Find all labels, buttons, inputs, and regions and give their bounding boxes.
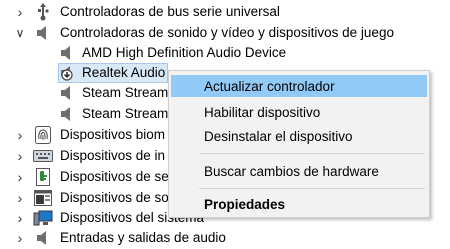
speaker-icon xyxy=(57,44,77,62)
chevron-right-icon[interactable]: › xyxy=(14,231,26,245)
tree-item-sound-video-game[interactable]: ∨ Controladoras de sonido y vídeo y disp… xyxy=(0,22,450,44)
menu-item-label: Actualizar controlador xyxy=(204,78,335,94)
menu-item-label: Buscar cambios de hardware xyxy=(204,163,379,179)
tree-item-audio-inputs-outputs[interactable]: › Entradas y salidas de audio xyxy=(0,227,450,249)
tree-item-label: Steam Streami xyxy=(82,85,172,100)
menu-item-uninstall-device[interactable]: Desinstalar el dispositivo xyxy=(171,125,427,147)
chevron-right-icon[interactable]: › xyxy=(14,211,26,225)
menu-item-label: Desinstalar el dispositivo xyxy=(204,128,353,144)
tree-item-usb-controllers[interactable]: › Controladoras de bus serie universal xyxy=(0,1,450,23)
menu-item-label: Propiedades xyxy=(204,196,286,212)
menu-item-label: Habilitar dispositivo xyxy=(204,104,321,120)
chevron-right-icon[interactable]: › xyxy=(14,128,26,142)
context-menu: Actualizar controlador Habilitar disposi… xyxy=(168,70,430,218)
keyboard-icon xyxy=(33,147,53,165)
menu-separator xyxy=(199,153,425,154)
speaker-warning-icon xyxy=(57,64,77,82)
menu-item-properties[interactable]: Propiedades xyxy=(171,193,427,215)
menu-item-update-driver[interactable]: Actualizar controlador xyxy=(171,75,427,97)
security-key-icon xyxy=(33,168,53,186)
chevron-right-icon[interactable]: › xyxy=(14,5,26,19)
menu-item-scan-hardware-changes[interactable]: Buscar cambios de hardware xyxy=(171,160,427,182)
chevron-right-icon[interactable]: › xyxy=(14,191,26,205)
tree-item-label: Dispositivos de se xyxy=(60,169,169,184)
speaker-icon xyxy=(33,24,53,42)
tree-item-amd-audio[interactable]: AMD High Definition Audio Device xyxy=(0,42,450,64)
chevron-right-icon[interactable]: › xyxy=(14,149,26,163)
tree-item-label: Controladoras de bus serie universal xyxy=(60,4,280,19)
fingerprint-icon xyxy=(33,126,53,144)
chevron-right-icon[interactable]: › xyxy=(14,170,26,184)
tree-item-label: Dispositivos de in xyxy=(60,148,166,163)
tree-item-label: Realtek Audio xyxy=(82,65,166,80)
audio-io-icon xyxy=(33,229,53,247)
tree-item-label: Controladoras de sonido y vídeo y dispos… xyxy=(60,25,394,40)
usb-icon xyxy=(33,3,53,21)
menu-separator xyxy=(199,188,425,189)
chevron-down-icon[interactable]: ∨ xyxy=(14,26,26,40)
tree-item-label: Dispositivos biom xyxy=(60,127,166,142)
menu-item-enable-device[interactable]: Habilitar dispositivo xyxy=(171,101,427,123)
system-device-icon xyxy=(33,209,53,227)
software-device-icon xyxy=(33,189,53,207)
tree-item-label: Steam Streami xyxy=(82,106,172,121)
tree-item-label: Dispositivos de so xyxy=(60,190,169,205)
tree-item-label: AMD High Definition Audio Device xyxy=(82,45,287,60)
speaker-icon xyxy=(57,105,77,123)
speaker-icon xyxy=(57,84,77,102)
